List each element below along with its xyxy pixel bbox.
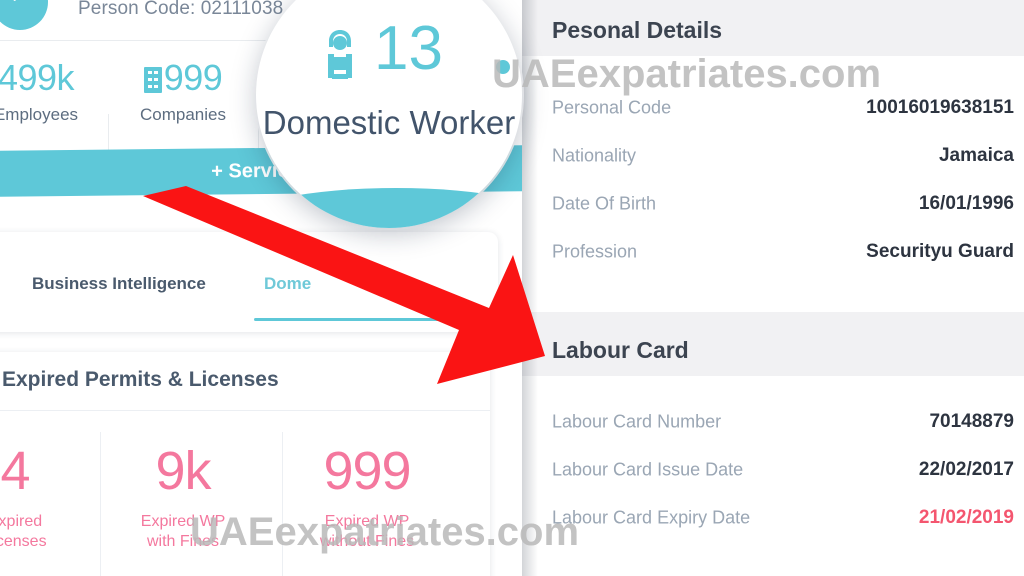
detail-key: Personal Code <box>552 97 672 118</box>
detail-row-personal-code[interactable]: Personal Code 10016019638151 <box>522 84 1024 132</box>
building-icon <box>143 67 162 93</box>
section-title: Pesonal Details <box>552 17 723 43</box>
tab-business-intelligence[interactable]: Business Intelligence <box>32 274 206 294</box>
header-divider <box>0 40 300 41</box>
detail-key: Date Of Birth <box>552 193 657 214</box>
stat-employees-value: 499k <box>0 57 75 98</box>
domestic-worker-icon <box>328 30 352 79</box>
detail-row-labour-card-number[interactable]: Labour Card Number 70148879 <box>522 398 1024 446</box>
stat-employees[interactable]: 499k Employees <box>0 60 106 125</box>
detail-value: 16/01/1996 <box>918 193 1014 214</box>
permit-value: 9k <box>155 441 211 501</box>
detail-row-labour-card-expiry-date[interactable]: Labour Card Expiry Date 21/02/2019 <box>522 494 1024 542</box>
lens-label: Domestic Worker <box>262 104 516 141</box>
expired-permits-card: Expired Permits & Licenses 4 Expired Lic… <box>0 352 490 576</box>
stat-employees-label: Employees <box>0 105 79 124</box>
stat-companies-value: 999 <box>163 57 223 98</box>
permit-label-line1: Expired WP <box>324 513 410 530</box>
detail-row-labour-card-issue-date[interactable]: Labour Card Issue Date 22/02/2017 <box>522 446 1024 494</box>
permit-cell-divider <box>100 432 101 576</box>
edit-avatar-icon[interactable] <box>0 0 48 30</box>
section-header-personal-details: Pesonal Details <box>522 0 1024 56</box>
section-header-labour-card: Labour Card <box>522 312 1024 376</box>
stat-companies[interactable]: 999 Companies <box>118 60 248 125</box>
tabs-card: Business Intelligence Dome <box>0 232 498 332</box>
permit-cell-expired-licenses[interactable]: 4 Expired Licenses <box>0 412 90 576</box>
detail-key: Nationality <box>552 145 637 166</box>
detail-key: Labour Card Expiry Date <box>552 507 751 528</box>
detail-row-nationality[interactable]: Nationality Jamaica <box>522 132 1024 180</box>
permit-label-line1: Expired <box>0 513 43 530</box>
detail-value: Jamaica <box>938 145 1014 166</box>
detail-value: 70148879 <box>929 411 1014 432</box>
detail-value: 21/02/2019 <box>918 507 1014 528</box>
detail-value: 22/02/2017 <box>918 459 1014 480</box>
permit-cell-expired-wp-with-fines[interactable]: 9k Expired WP with Fines <box>108 412 258 576</box>
permit-value: 4 <box>0 441 30 501</box>
card-divider <box>0 410 490 411</box>
lens-count: 13 <box>374 14 443 83</box>
permit-label-line1: Expired WP <box>140 513 226 530</box>
tab-domestic-workers[interactable]: Dome <box>264 274 311 294</box>
section-title: Labour Card <box>552 337 689 363</box>
permit-cell-divider <box>282 432 283 576</box>
detail-value: Securityu Guard <box>866 241 1014 262</box>
detail-key: Labour Card Number <box>552 411 722 432</box>
stat-companies-label: Companies <box>140 105 226 124</box>
detail-row-date-of-birth[interactable]: Date Of Birth 16/01/1996 <box>522 180 1024 228</box>
screenshot-root: Person Code: 02111038 499k Employees 999… <box>0 0 1024 576</box>
tab-business-intelligence-label: Business Intelligence <box>32 274 206 293</box>
details-right-panel: Pesonal Details Personal Code 1001601963… <box>522 0 1024 576</box>
permit-label-line2: with Fines <box>146 533 220 550</box>
person-code-label: Person Code: 02111038 <box>78 0 284 19</box>
permit-label-line2: Licenses <box>0 533 47 550</box>
active-tab-indicator <box>254 318 444 321</box>
permit-value: 999 <box>323 441 411 501</box>
detail-row-profession[interactable]: Profession Securityu Guard <box>522 228 1024 276</box>
permit-cell-expired-wp-without-fines[interactable]: 999 Expired WP without Fines <box>292 412 442 576</box>
detail-key: Profession <box>552 241 638 262</box>
tab-domestic-workers-label: Dome <box>264 274 312 293</box>
expired-permits-title: Expired Permits & Licenses <box>2 368 279 391</box>
teal-dot-icon <box>496 60 510 74</box>
detail-value: 10016019638151 <box>866 97 1014 118</box>
detail-key: Labour Card Issue Date <box>552 459 744 480</box>
permit-label-line2: without Fines <box>319 533 415 550</box>
